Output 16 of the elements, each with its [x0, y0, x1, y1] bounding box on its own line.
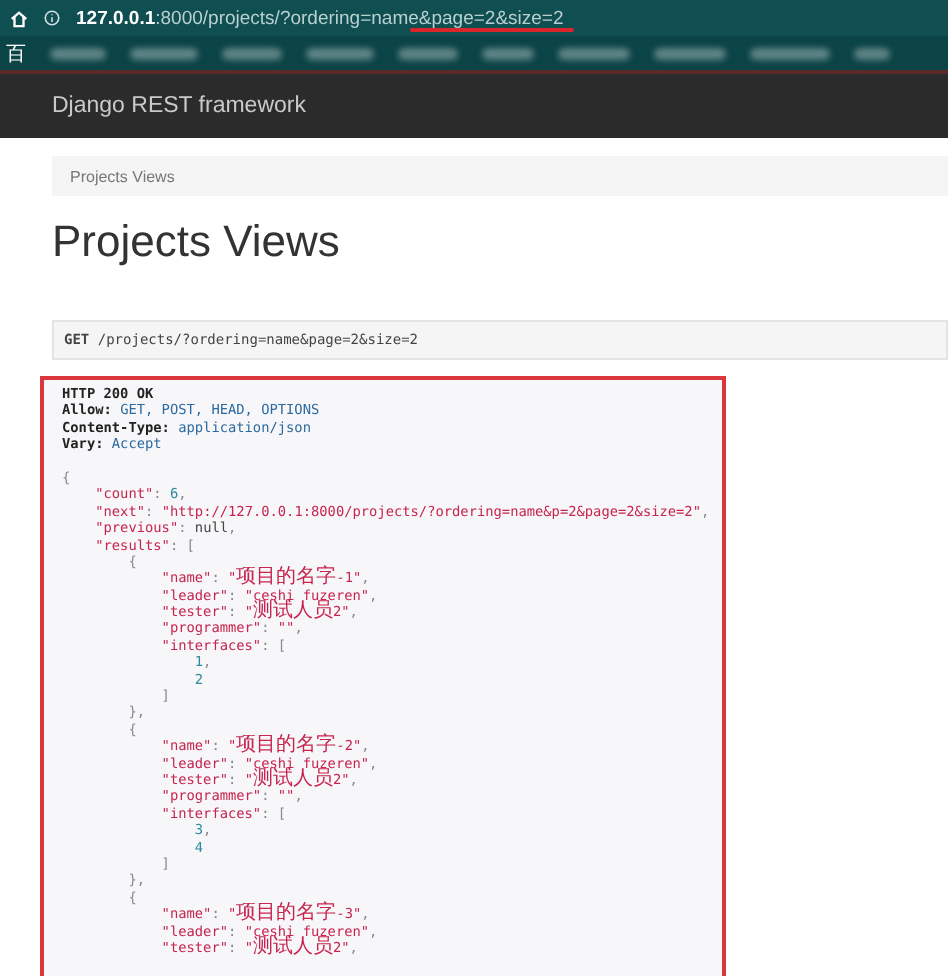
blurred-bookmark: [50, 47, 106, 59]
blurred-bookmark: [558, 47, 630, 59]
blurred-bookmark: [482, 47, 534, 59]
page-title: Projects Views: [52, 216, 342, 270]
home-icon[interactable]: [10, 9, 28, 27]
blurred-bookmark: [654, 47, 726, 59]
info-icon[interactable]: [44, 10, 60, 26]
blurred-bookmark: [398, 47, 458, 59]
blurred-bookmark: [306, 47, 374, 59]
blurred-bookmark: [130, 47, 198, 59]
blurred-bookmark: [854, 47, 890, 59]
blurred-bookmark: [750, 47, 830, 59]
bookmark-item[interactable]: 百: [6, 39, 26, 67]
brand-title[interactable]: Django REST framework: [52, 94, 306, 118]
blurred-bookmark: [222, 47, 282, 59]
breadcrumb-item[interactable]: Projects Views: [70, 167, 175, 185]
